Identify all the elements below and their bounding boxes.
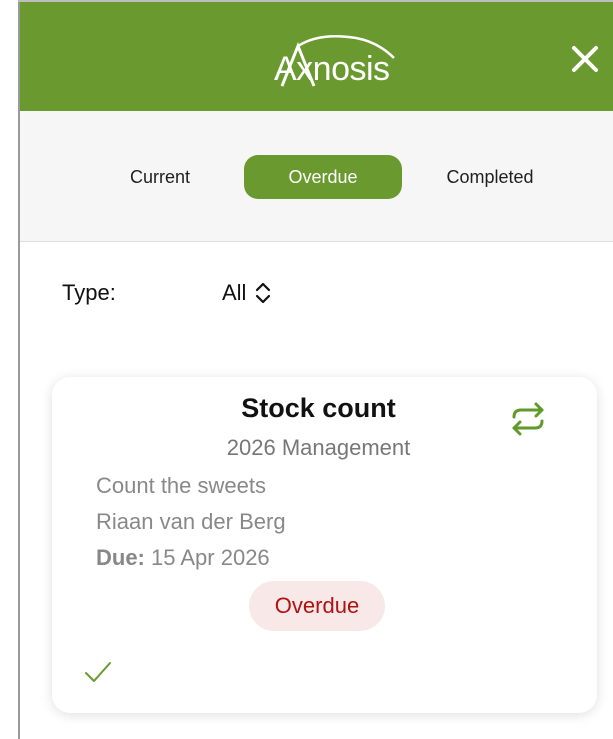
logo-text: Axnosis — [274, 50, 390, 88]
type-filter-select[interactable]: All — [222, 278, 272, 308]
tab-completed[interactable]: Completed — [430, 155, 550, 199]
checkmark-icon[interactable] — [84, 659, 112, 685]
type-filter-value: All — [222, 280, 247, 305]
status-tab-bar: Current Overdue Completed — [20, 111, 613, 242]
task-due-date: Due: 15 Apr 2026 — [96, 545, 270, 571]
task-assignee: Riaan van der Berg — [96, 509, 286, 534]
repeat-icon[interactable] — [506, 399, 550, 439]
tab-current[interactable]: Current — [107, 155, 213, 199]
status-badge: Overdue — [249, 581, 385, 631]
due-label: Due: — [96, 545, 145, 570]
type-filter-label: Type: — [62, 280, 116, 305]
app-header: Axnosis — [20, 2, 613, 111]
due-value: 15 Apr 2026 — [144, 545, 270, 570]
tab-overdue[interactable]: Overdue — [244, 155, 402, 199]
close-icon — [572, 46, 598, 72]
task-card[interactable]: Stock count 2026 Management Count the sw… — [52, 377, 597, 713]
close-button[interactable] — [568, 42, 602, 76]
chevron-up-down-icon — [256, 282, 271, 304]
axnosis-logo: Axnosis — [260, 28, 420, 88]
task-description: Count the sweets — [96, 473, 266, 498]
